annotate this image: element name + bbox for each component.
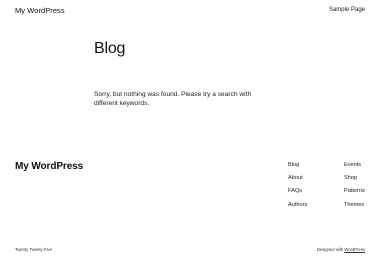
footer-link-shop[interactable]: Shop	[344, 175, 365, 181]
site-footer: My WordPress Blog About FAQs Authors Eve…	[0, 155, 380, 260]
designed-with-prefix: Designed with	[316, 247, 344, 252]
theme-credit: Twenty Twenty-Five	[15, 247, 52, 252]
site-header: My WordPress Sample Page	[0, 0, 380, 22]
footer-nav-column-2: Events Shop Patterns Themes	[344, 162, 365, 215]
footer-link-events[interactable]: Events	[344, 162, 365, 168]
wordpress-link[interactable]: WordPress	[344, 247, 365, 252]
footer-link-faqs[interactable]: FAQs	[288, 188, 307, 194]
page-title: Blog	[94, 40, 126, 57]
footer-link-about[interactable]: About	[288, 175, 307, 181]
footer-link-authors[interactable]: Authors	[288, 202, 307, 208]
site-title-link[interactable]: My WordPress	[15, 6, 65, 15]
main-content: Blog Sorry, but nothing was found. Pleas…	[94, 38, 294, 108]
footer-site-title-link[interactable]: My WordPress	[15, 161, 83, 172]
designed-with-credit: Designed with WordPress	[317, 247, 365, 252]
footer-link-patterns[interactable]: Patterns	[344, 188, 365, 194]
footer-link-blog[interactable]: Blog	[288, 162, 307, 168]
footer-link-themes[interactable]: Themes	[344, 202, 365, 208]
nav-link-sample-page[interactable]: Sample Page	[329, 7, 365, 13]
no-results-message: Sorry, but nothing was found. Please try…	[94, 91, 252, 107]
footer-nav-column-1: Blog About FAQs Authors	[288, 162, 307, 215]
